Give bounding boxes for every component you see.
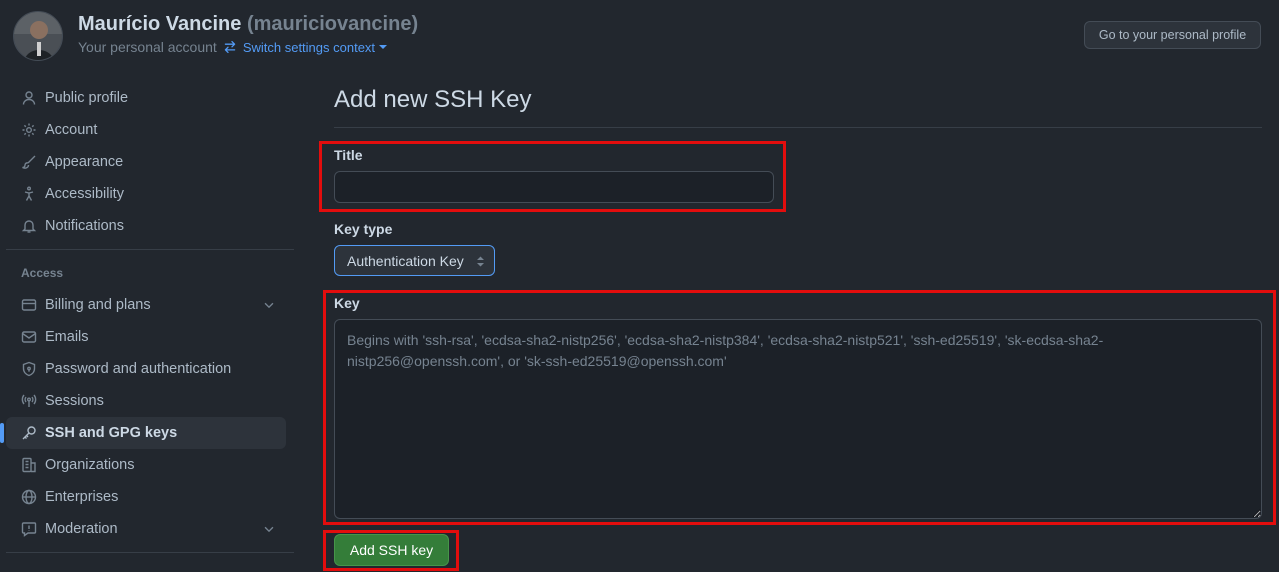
sidebar-item-billing[interactable]: Billing and plans <box>6 289 286 321</box>
user-display-name: Maurício Vancine (mauriciovancine) <box>78 13 418 36</box>
title-divider <box>334 127 1262 128</box>
sidebar-item-accessibility[interactable]: Accessibility <box>6 178 286 210</box>
key-field-label: Key <box>334 295 360 311</box>
sidebar-item-emails[interactable]: Emails <box>6 321 286 353</box>
paintbrush-icon <box>21 154 37 170</box>
sidebar-item-label: Public profile <box>45 90 129 106</box>
account-label: Your personal account <box>78 39 217 55</box>
sidebar-item-password[interactable]: Password and authentication <box>6 353 286 385</box>
person-icon <box>21 90 37 106</box>
sidebar-section-heading: Access <box>21 266 64 280</box>
chevron-down-icon[interactable] <box>262 298 276 316</box>
sidebar-item-label: Notifications <box>45 218 124 234</box>
sidebar-item-label: Emails <box>45 329 89 345</box>
user-login: (mauriciovancine) <box>246 13 419 35</box>
sidebar-item-label: Password and authentication <box>45 361 232 377</box>
sidebar-item-account[interactable]: Account <box>6 114 286 146</box>
sidebar-divider <box>6 249 294 250</box>
sidebar-item-label: Sessions <box>45 393 104 409</box>
key-type-select[interactable]: Authentication Key <box>334 245 495 276</box>
avatar[interactable] <box>13 11 63 61</box>
title-input[interactable] <box>334 171 774 203</box>
bell-icon <box>21 218 37 234</box>
globe-icon <box>21 489 37 505</box>
sidebar-item-ssh-gpg-keys[interactable]: SSH and GPG keys <box>0 417 286 449</box>
gear-icon <box>21 122 37 138</box>
sidebar-item-label: Moderation <box>45 521 118 537</box>
organization-icon <box>21 457 37 473</box>
sidebar-item-notifications[interactable]: Notifications <box>6 210 286 242</box>
account-context: Your personal account Switch settings co… <box>78 39 393 55</box>
broadcast-icon <box>21 393 37 409</box>
sidebar-item-enterprises[interactable]: Enterprises <box>6 481 286 513</box>
sidebar-item-label: SSH and GPG keys <box>45 425 178 441</box>
key-type-label: Key type <box>334 221 393 237</box>
display-name: Maurício Vancine <box>78 13 242 35</box>
chevron-down-icon[interactable] <box>262 522 276 540</box>
sidebar-item-label: Accessibility <box>45 186 124 202</box>
title-field-label: Title <box>334 147 363 163</box>
select-updown-icon <box>477 256 484 267</box>
key-icon <box>21 425 37 441</box>
sidebar-item-organizations[interactable]: Organizations <box>6 449 286 481</box>
settings-page: Maurício Vancine (mauriciovancine) Your … <box>0 0 1279 572</box>
sidebar-item-label: Enterprises <box>45 489 119 505</box>
key-type-selected-value: Authentication Key <box>347 252 464 269</box>
caret-down-icon <box>379 45 388 49</box>
switch-context-label: Switch settings context <box>242 39 376 55</box>
accessibility-icon <box>21 186 37 202</box>
sidebar-item-sessions[interactable]: Sessions <box>6 385 286 417</box>
personal-profile-button[interactable]: Go to your personal profile <box>1084 21 1261 49</box>
sidebar-item-public-profile[interactable]: Public profile <box>6 82 286 114</box>
sidebar-item-label: Billing and plans <box>45 297 151 313</box>
add-ssh-key-button[interactable]: Add SSH key <box>334 534 449 566</box>
sidebar-item-label: Appearance <box>45 154 124 170</box>
sidebar-item-moderation[interactable]: Moderation <box>6 513 286 545</box>
sidebar-item-appearance[interactable]: Appearance <box>6 146 286 178</box>
arrow-switch-icon <box>224 40 236 54</box>
sidebar-divider <box>6 552 294 553</box>
sidebar-item-label: Organizations <box>45 457 135 473</box>
mail-icon <box>21 329 37 345</box>
credit-card-icon <box>21 297 37 313</box>
switch-context-link[interactable]: Switch settings context <box>223 40 393 55</box>
report-icon <box>21 521 37 537</box>
key-textarea[interactable] <box>334 319 1262 519</box>
settings-sidebar: Public profile Account Appearance Access… <box>0 82 294 560</box>
page-title: Add new SSH Key <box>334 86 532 113</box>
sidebar-item-label: Account <box>45 122 98 138</box>
shield-lock-icon <box>21 361 37 377</box>
